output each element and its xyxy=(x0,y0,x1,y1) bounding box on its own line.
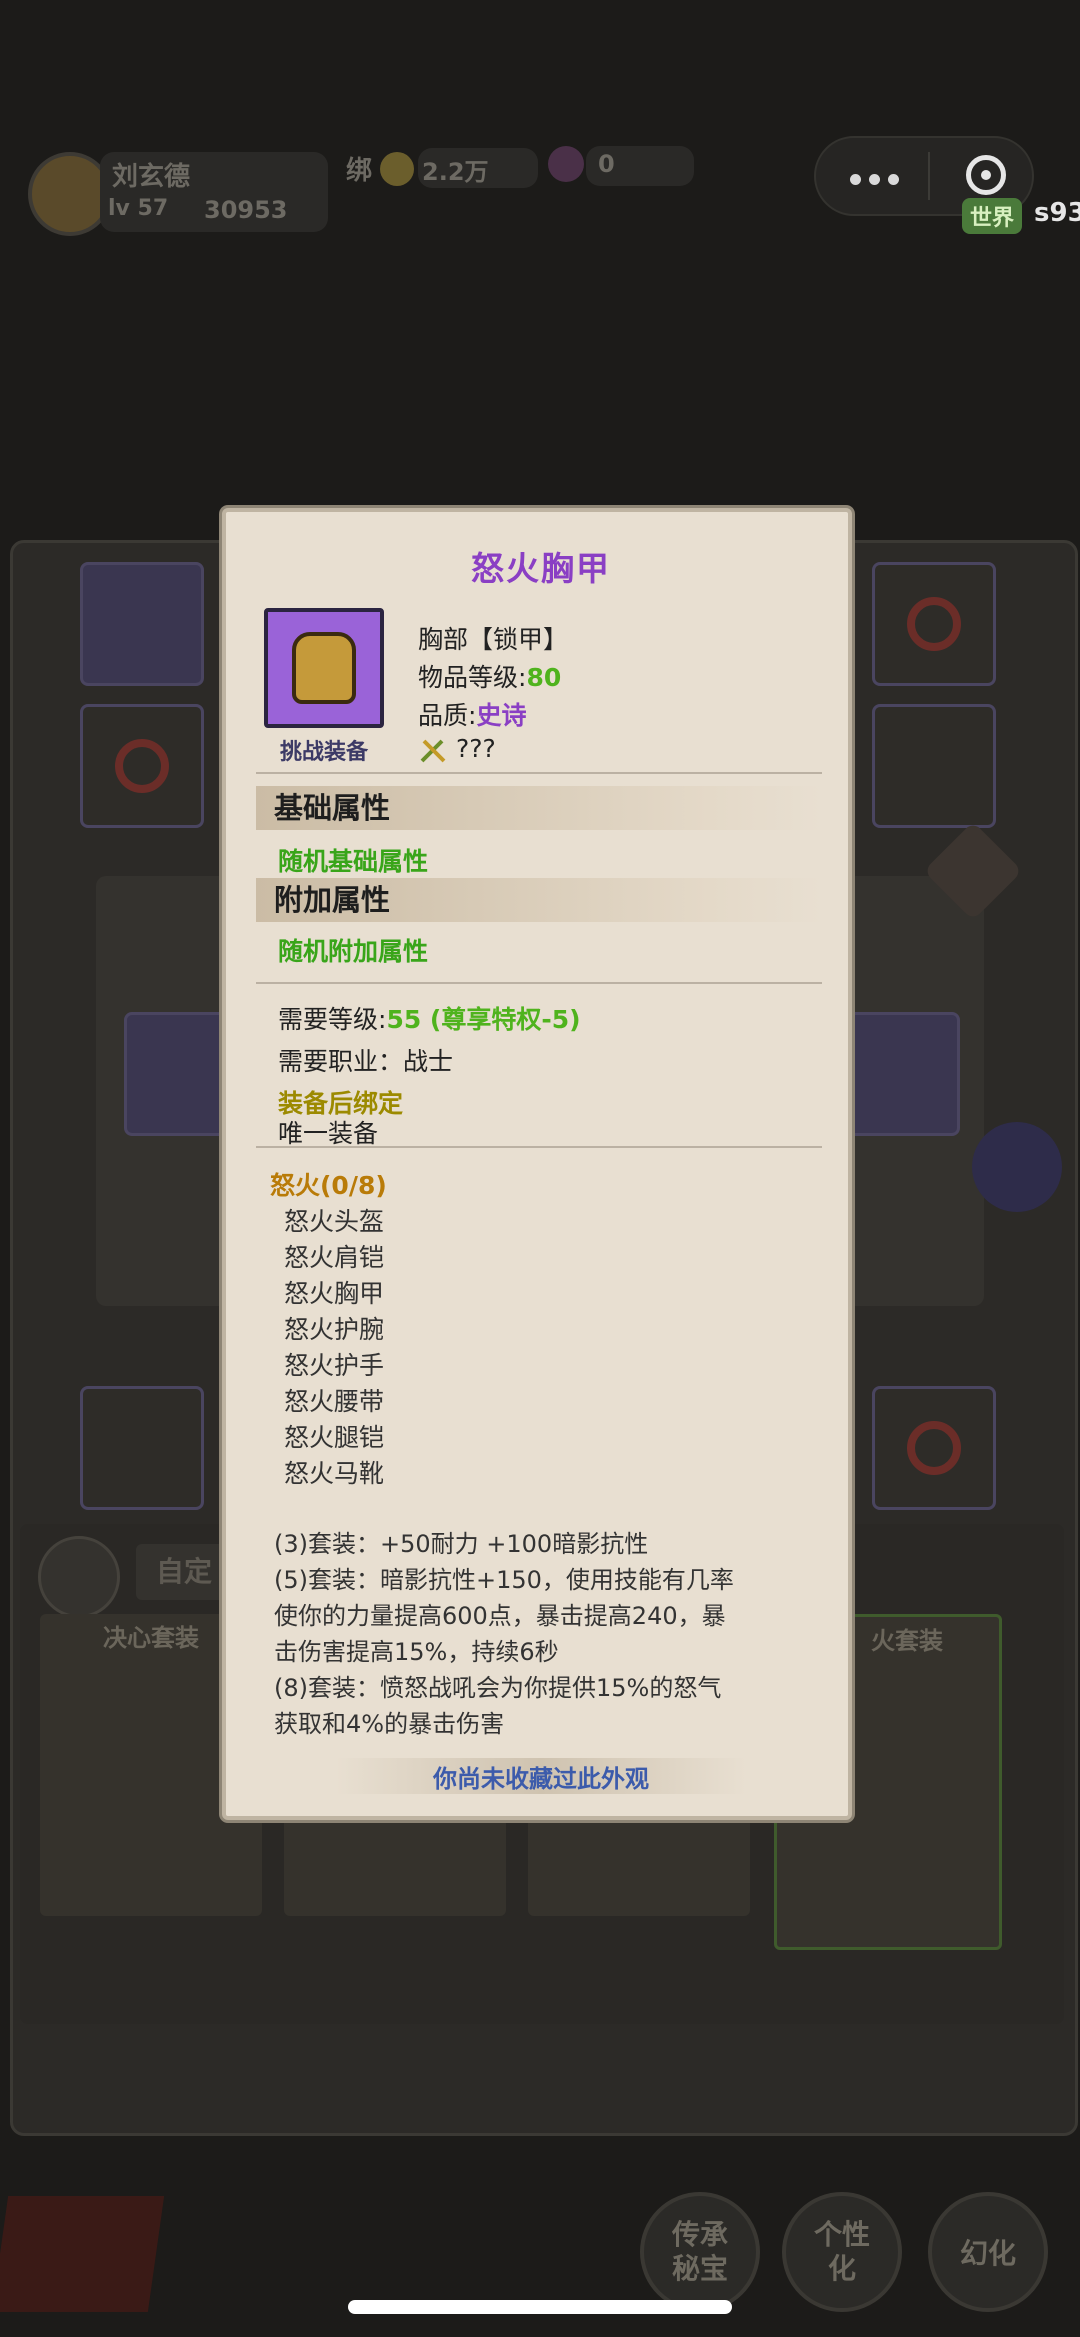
back-arrow-icon[interactable] xyxy=(38,1536,120,1618)
locked-icon xyxy=(115,739,169,793)
close-miniprogram-icon[interactable] xyxy=(966,155,1006,195)
set-item: 怒火腰带 xyxy=(284,1387,385,1416)
req-level-label: 需要等级: xyxy=(278,1005,387,1034)
locked-icon xyxy=(907,1421,961,1475)
chat-bubble-icon[interactable] xyxy=(972,1122,1062,1212)
item-tooltip-card: 怒火胸甲 挑战装备 胸部【锁甲】 物品等级:80 品质:史诗 ??? 基础属性 … xyxy=(222,508,852,1820)
section-extra-attributes: 附加属性 xyxy=(256,878,822,922)
server-id: s93 xyxy=(1034,198,1080,228)
set-bonus-5-line2: 使你的力量提高600点，暴击提高240，暴 xyxy=(274,1602,726,1630)
slot-empty-right[interactable] xyxy=(872,562,996,686)
divider xyxy=(256,1146,822,1148)
quality-value: 史诗 xyxy=(476,701,527,730)
player-level: lv 57 xyxy=(108,196,169,221)
item-level-label: 物品等级: xyxy=(418,663,527,692)
power-value: 30953 xyxy=(204,196,288,224)
gold-amount: 2.2万 xyxy=(422,158,489,186)
slot-type: 胸部【锁甲】 xyxy=(418,625,569,654)
collection-status: 你尚未收藏过此外观 xyxy=(433,1765,649,1793)
player-name: 刘玄德 xyxy=(112,162,191,192)
item-icon xyxy=(264,608,384,728)
slot-empty-right-2[interactable] xyxy=(872,1386,996,1510)
slot-empty[interactable] xyxy=(80,704,204,828)
set-bonus-8-line2: 获取和4%的暴击伤害 xyxy=(274,1710,505,1738)
item-level: 物品等级:80 xyxy=(418,658,561,694)
slot-legs[interactable] xyxy=(872,704,996,828)
slot-helmet[interactable] xyxy=(80,562,204,686)
item-title: 怒火胸甲 xyxy=(471,549,611,588)
extra-random-attr: 随机附加属性 xyxy=(278,937,429,966)
quality-label: 品质: xyxy=(418,701,477,730)
set-bonus-5-line3: 击伤害提高15%，持续6秒 xyxy=(274,1638,559,1666)
set-item: 怒火护手 xyxy=(284,1351,385,1380)
locked-icon xyxy=(907,597,961,651)
bound-label: 绑 xyxy=(346,156,373,186)
set-item: 怒火肩铠 xyxy=(284,1243,385,1272)
base-random-attr: 随机基础属性 xyxy=(278,847,429,876)
unknown-row: ??? xyxy=(418,734,496,765)
illusion-button[interactable]: 幻化 xyxy=(928,2192,1048,2312)
slot-gloves[interactable] xyxy=(80,1386,204,1510)
set-item: 怒火胸甲 xyxy=(284,1279,385,1308)
return-arrow-button[interactable] xyxy=(0,2196,165,2312)
set-bonus-3: (3)套装：+50耐力 +100暗影抗性 xyxy=(274,1530,649,1558)
home-indicator[interactable] xyxy=(348,2300,732,2314)
gold-coin-icon xyxy=(380,152,414,186)
capsule-divider xyxy=(928,152,930,200)
set-item: 怒火护腕 xyxy=(284,1315,385,1344)
custom-button[interactable]: 自定 xyxy=(136,1544,232,1600)
set-bonus-5-line1: (5)套装：暗影抗性+150，使用技能有几率 xyxy=(274,1566,734,1594)
chest-armor-icon xyxy=(292,632,356,704)
gem-amount: 0 xyxy=(598,150,615,178)
gem-icon xyxy=(548,146,584,182)
inherit-treasure-button[interactable]: 传承 秘宝 xyxy=(640,2192,760,2312)
set-item: 怒火腿铠 xyxy=(284,1423,385,1452)
unknown-value: ??? xyxy=(455,734,496,763)
divider xyxy=(256,982,822,984)
challenge-equip-tag: 挑战装备 xyxy=(279,740,368,765)
required-class: 需要职业：战士 xyxy=(278,1047,454,1076)
set-title: 怒火(0/8) xyxy=(270,1171,387,1200)
crossed-swords-icon xyxy=(420,739,446,763)
unique-equip: 唯一装备 xyxy=(278,1119,379,1148)
set-item: 怒火马靴 xyxy=(284,1459,385,1488)
divider xyxy=(256,772,822,774)
set-item: 怒火头盔 xyxy=(284,1207,385,1236)
more-menu-icon[interactable] xyxy=(846,170,903,189)
slot-preview-right[interactable] xyxy=(836,1012,960,1136)
required-level: 需要等级:55 (尊享特权-5) xyxy=(278,1000,581,1036)
section-base-attributes: 基础属性 xyxy=(256,786,822,830)
personalize-button[interactable]: 个性 化 xyxy=(782,2192,902,2312)
top-hud: 刘玄德 lv 57 30953 绑 2.2万 0 世界 s93 xyxy=(0,0,1080,260)
set-bonus-8-line1: (8)套装：愤怒战吼会为你提供15%的怒气 xyxy=(274,1674,722,1702)
item-quality: 品质:史诗 xyxy=(418,696,526,732)
req-level-value: 55 (尊享特权-5) xyxy=(386,1005,581,1034)
world-channel-button[interactable]: 世界 xyxy=(962,198,1023,234)
item-level-value: 80 xyxy=(526,663,562,692)
